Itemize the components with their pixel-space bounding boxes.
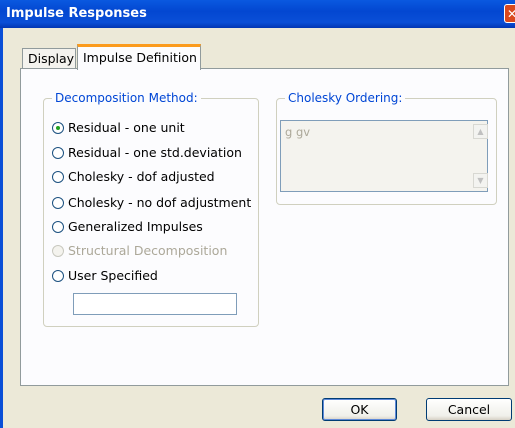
radio-label: Residual - one unit xyxy=(68,120,185,135)
cholesky-ordering-textarea[interactable]: g gv ▲ ▼ xyxy=(280,120,488,192)
radio-icon[interactable] xyxy=(52,221,64,233)
radio-icon[interactable] xyxy=(52,197,64,209)
ok-button[interactable]: OK xyxy=(322,398,397,421)
radio-label: Residual - one std.deviation xyxy=(68,145,242,160)
radio-icon[interactable] xyxy=(52,171,64,183)
radio-disabled-icon xyxy=(52,245,64,257)
title-bar: Impulse Responses ✕ xyxy=(0,0,515,28)
radio-label: Cholesky - dof adjusted xyxy=(68,169,215,184)
radio-icon[interactable] xyxy=(52,270,64,282)
scroll-down-icon[interactable]: ▼ xyxy=(473,173,488,188)
radio-icon[interactable] xyxy=(52,147,64,159)
close-icon[interactable]: ✕ xyxy=(504,4,515,23)
tab-display[interactable]: Display xyxy=(22,48,76,69)
radio-checked-icon[interactable] xyxy=(52,122,64,134)
radio-label: Cholesky - no dof adjustment xyxy=(68,195,252,210)
cholesky-ordering-label: Cholesky Ordering: xyxy=(285,91,406,105)
radio-label: User Specified xyxy=(68,268,158,283)
radio-generalized-impulses[interactable]: Generalized Impulses xyxy=(52,218,203,236)
radio-residual-std-deviation[interactable]: Residual - one std.deviation xyxy=(52,144,242,162)
window-title: Impulse Responses xyxy=(6,6,147,21)
radio-cholesky-no-dof-adjustment[interactable]: Cholesky - no dof adjustment xyxy=(52,194,251,212)
radio-structural-decomposition: Structural Decomposition xyxy=(52,242,227,260)
radio-residual-one-unit[interactable]: Residual - one unit xyxy=(52,119,185,137)
radio-label: Generalized Impulses xyxy=(68,219,203,234)
cholesky-ordering-value: g gv xyxy=(285,125,311,139)
tab-impulse-definition[interactable]: Impulse Definition xyxy=(77,44,201,70)
radio-user-specified[interactable]: User Specified xyxy=(52,267,158,285)
cancel-button[interactable]: Cancel xyxy=(426,398,512,421)
decomposition-method-label: Decomposition Method: xyxy=(52,91,201,105)
scroll-up-icon[interactable]: ▲ xyxy=(473,124,488,139)
radio-cholesky-dof-adjusted[interactable]: Cholesky - dof adjusted xyxy=(52,168,215,186)
radio-label: Structural Decomposition xyxy=(68,243,228,258)
user-specified-input[interactable] xyxy=(73,293,237,315)
